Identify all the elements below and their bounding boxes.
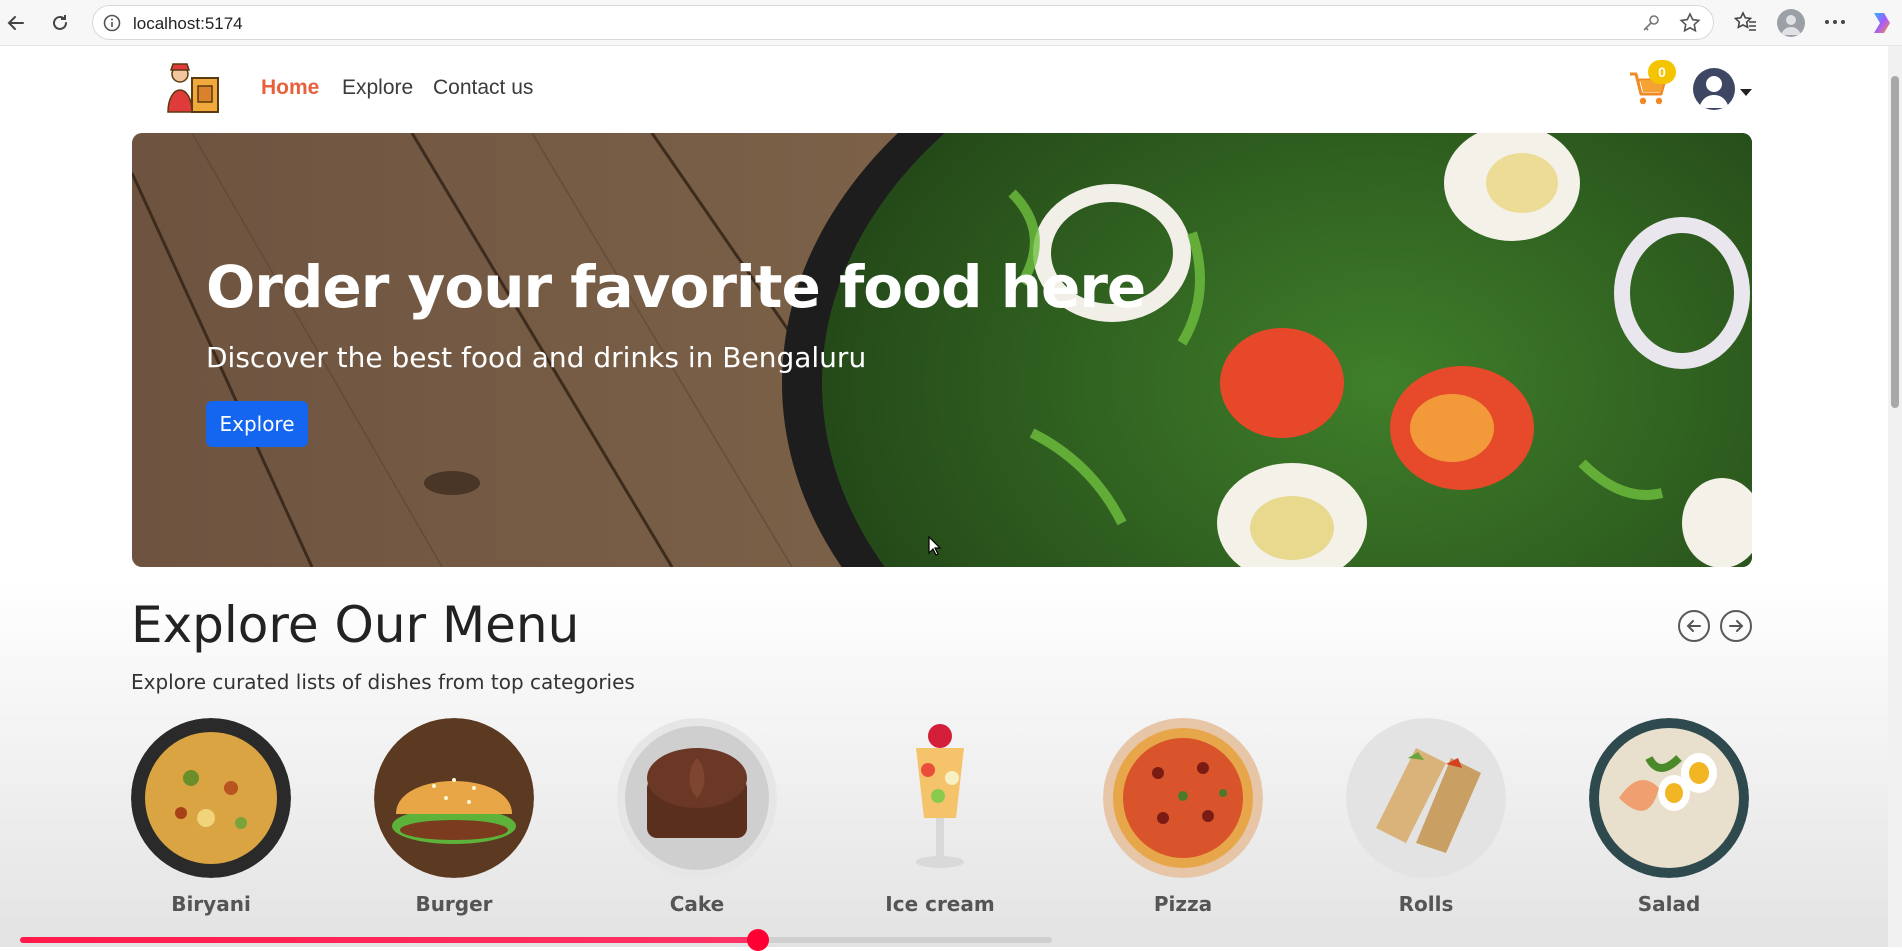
category-cake[interactable]: Cake	[612, 718, 782, 916]
burger-image	[374, 718, 534, 878]
arrow-left-icon	[1686, 620, 1701, 632]
arrow-right-icon	[1729, 620, 1744, 632]
category-label: Ice cream	[885, 892, 995, 916]
info-icon[interactable]	[103, 14, 121, 36]
salad-image	[1589, 718, 1749, 878]
menu-subtitle: Explore curated lists of dishes from top…	[131, 670, 635, 694]
category-label: Rolls	[1398, 892, 1454, 916]
hero-title: Order your favorite food here	[206, 253, 1146, 321]
hero-banner: Order your favorite food here Discover t…	[132, 133, 1752, 567]
cake-image	[617, 718, 777, 878]
nav-link-contact[interactable]: Contact us	[433, 76, 533, 100]
reload-icon[interactable]	[48, 11, 72, 35]
site-navbar: Home Explore Contact us 0	[0, 46, 1888, 130]
avatar[interactable]	[1693, 68, 1735, 110]
profile-icon[interactable]	[1777, 9, 1805, 37]
delivery-logo-icon[interactable]	[162, 60, 222, 118]
rolls-image	[1346, 718, 1506, 878]
back-icon[interactable]	[4, 11, 28, 35]
menu-title: Explore Our Menu	[131, 596, 580, 654]
video-progress-fill	[20, 937, 758, 943]
biryani-image	[131, 718, 291, 878]
nav-link-home[interactable]: Home	[261, 76, 319, 100]
category-salad[interactable]: Salad	[1584, 718, 1754, 916]
caret-down-icon[interactable]	[1740, 82, 1752, 101]
more-icon[interactable]	[1822, 9, 1848, 39]
browser-toolbar: localhost:5174	[0, 0, 1902, 46]
favorites-icon[interactable]	[1733, 10, 1758, 38]
ice-cream-image	[860, 718, 1020, 878]
scroll-left-button[interactable]	[1678, 610, 1710, 642]
category-ice-cream[interactable]: Ice cream	[855, 718, 1025, 916]
url-text[interactable]: localhost:5174	[133, 14, 243, 34]
key-icon[interactable]	[1641, 13, 1661, 37]
scroll-right-button[interactable]	[1720, 610, 1752, 642]
scrollbar-thumb[interactable]	[1891, 76, 1899, 408]
category-label: Burger	[415, 892, 493, 916]
category-label: Salad	[1637, 892, 1701, 916]
explore-menu-section: Explore Our Menu Explore curated lists o…	[0, 580, 1888, 947]
mouse-cursor-icon	[928, 535, 942, 560]
address-bar[interactable]: localhost:5174	[92, 5, 1714, 40]
category-label: Biryani	[171, 892, 251, 916]
category-burger[interactable]: Burger	[369, 718, 539, 916]
video-progress-handle[interactable]	[747, 929, 769, 951]
category-label: Pizza	[1153, 892, 1213, 916]
category-label: Cake	[669, 892, 725, 916]
pizza-image	[1103, 718, 1263, 878]
hero-subtitle: Discover the best food and drinks in Ben…	[206, 341, 867, 374]
nav-link-explore[interactable]: Explore	[342, 76, 413, 100]
hero-explore-button[interactable]: Explore	[206, 401, 308, 447]
category-biryani[interactable]: Biryani	[126, 718, 296, 916]
category-pizza[interactable]: Pizza	[1098, 718, 1268, 916]
cart-count-badge: 0	[1648, 60, 1676, 84]
copilot-icon[interactable]	[1868, 9, 1896, 37]
category-rolls[interactable]: Rolls	[1341, 718, 1511, 916]
star-icon[interactable]	[1679, 12, 1701, 38]
